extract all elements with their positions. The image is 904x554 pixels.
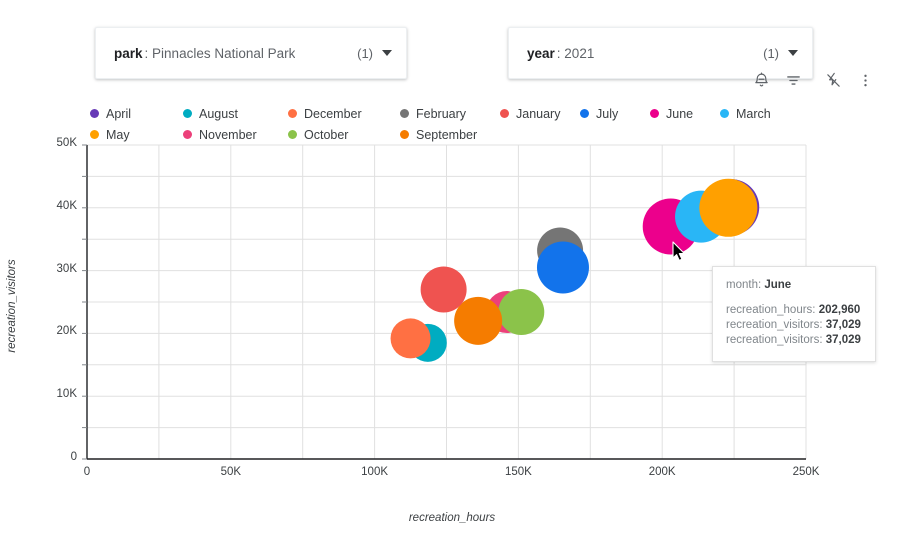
bubble-july[interactable] [537,241,589,293]
bubble-january[interactable] [421,266,467,312]
tooltip-row-label: recreation_visitors: [726,334,826,346]
tooltip-row-value: 202,960 [819,304,861,316]
x-tick-label: 0 [57,466,117,478]
x-tick-label: 50K [201,466,261,478]
bubble-may[interactable] [699,179,757,237]
bubble-october[interactable] [498,289,544,335]
y-tick-label: 30K [35,263,77,275]
tooltip-row-label: recreation_hours: [726,304,819,316]
y-axis-title: recreation_visitors [6,206,18,406]
x-tick-label: 250K [776,466,836,478]
tooltip-row: recreation_visitors: 37,029 [726,333,862,348]
dashboard-root: park : Pinnacles National Park (1) year … [0,0,904,554]
chart-tooltip: month: June recreation_hours: 202,960rec… [712,266,876,362]
x-tick-label: 150K [488,466,548,478]
y-tick-label: 40K [35,200,77,212]
tooltip-row: recreation_visitors: 37,029 [726,318,862,333]
y-tick-label: 50K [35,137,77,149]
tooltip-row-label: recreation_visitors: [726,319,826,331]
y-tick-label: 0 [35,451,77,463]
tooltip-row-value: 37,029 [826,334,861,346]
axis-ticks [82,145,87,459]
y-tick-label: 20K [35,325,77,337]
y-tick-label: 10K [35,388,77,400]
x-tick-label: 100K [345,466,405,478]
tooltip-row-value: 37,029 [826,319,861,331]
x-axis-title: recreation_hours [0,512,904,524]
tooltip-metric-rows: recreation_hours: 202,960recreation_visi… [726,303,862,348]
bubble-december[interactable] [391,318,431,358]
tooltip-dimension-value: June [764,279,791,291]
tooltip-row: recreation_hours: 202,960 [726,303,862,318]
tooltip-gap [726,293,862,303]
tooltip-dimension: month: June [726,278,862,293]
tooltip-dimension-label: month [726,279,758,291]
x-tick-label: 200K [632,466,692,478]
